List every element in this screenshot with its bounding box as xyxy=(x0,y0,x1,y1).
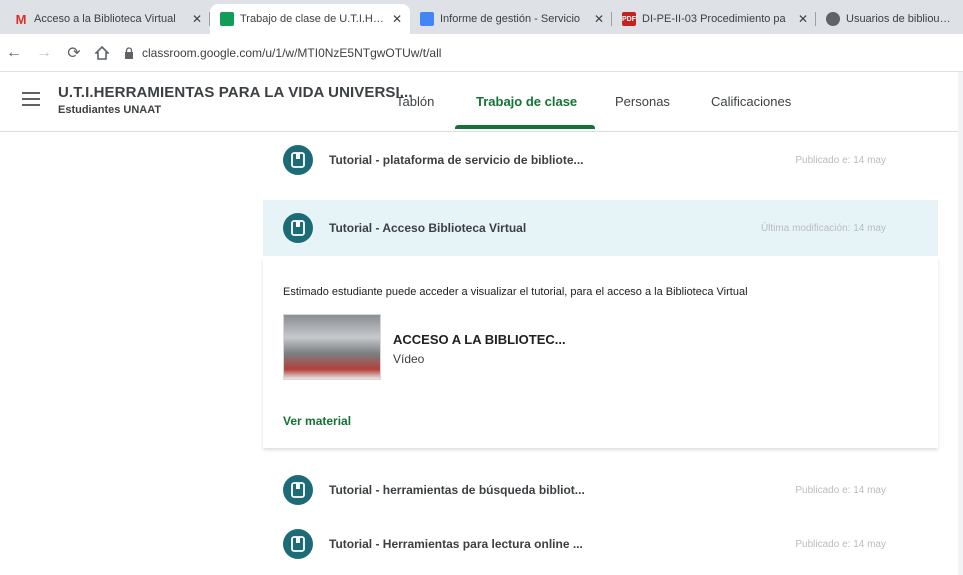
material-item[interactable]: Tutorial - herramientas de búsqueda bibl… xyxy=(263,462,938,518)
close-tab-icon[interactable]: ✕ xyxy=(392,12,402,26)
material-icon xyxy=(283,145,313,175)
tab-title: DI-PE-II-03 Procedimiento pa xyxy=(642,13,786,25)
video-thumbnail xyxy=(283,314,381,380)
url-text: classroom.google.com/u/1/w/MTI0NzE5NTgwO… xyxy=(142,45,442,60)
material-details-card: Estimado estudiante puede acceder a visu… xyxy=(263,258,938,448)
browser-tab-usuarios[interactable]: Usuarios de bibliounaat xyxy=(816,4,963,34)
tab-title: Usuarios de bibliounaat xyxy=(846,13,955,25)
material-item-expanded[interactable]: Tutorial - Acceso Biblioteca Virtual Últ… xyxy=(263,200,938,256)
material-date: Publicado e: 14 may xyxy=(795,154,886,166)
home-button[interactable] xyxy=(90,41,114,65)
tab-grades[interactable]: Calificaciones xyxy=(711,94,791,109)
close-tab-icon[interactable]: ✕ xyxy=(594,12,604,26)
video-attachment[interactable]: ACCESO A LA BIBLIOTEC... Vídeo xyxy=(283,314,583,382)
classroom-header: U.T.I.HERRAMIENTAS PARA LA VIDA UNIVERSI… xyxy=(0,72,963,132)
address-bar[interactable]: classroom.google.com/u/1/w/MTI0NzE5NTgwO… xyxy=(124,46,441,60)
active-tab-indicator xyxy=(455,125,595,129)
material-icon xyxy=(283,213,313,243)
material-date: Publicado e: 14 may xyxy=(795,538,886,550)
tab-people[interactable]: Personas xyxy=(615,94,670,109)
material-icon xyxy=(283,529,313,559)
material-date: Publicado e: 14 may xyxy=(795,484,886,496)
hamburger-menu-icon[interactable] xyxy=(22,92,40,106)
tab-stream[interactable]: Tablón xyxy=(396,94,434,109)
scrollbar-track[interactable] xyxy=(958,72,963,575)
back-button[interactable]: ← xyxy=(2,41,26,65)
material-title: Tutorial - Acceso Biblioteca Virtual xyxy=(329,221,527,235)
tab-title: Informe de gestión - Servicio xyxy=(440,13,581,25)
browser-tab-gmail[interactable]: M Acceso a la Biblioteca Virtual ✕ xyxy=(4,4,210,34)
browser-tab-strip: M Acceso a la Biblioteca Virtual ✕ Traba… xyxy=(0,0,963,34)
lock-icon xyxy=(125,46,133,59)
tab-title: Trabajo de clase de U.T.I.HERR xyxy=(240,13,384,25)
attachment-title: ACCESO A LA BIBLIOTEC... xyxy=(393,332,566,347)
material-item[interactable]: Tutorial - Herramientas para lectura onl… xyxy=(263,516,938,572)
docs-icon xyxy=(420,12,434,26)
classroom-icon xyxy=(220,12,234,26)
browser-tab-classroom[interactable]: Trabajo de clase de U.T.I.HERR ✕ xyxy=(210,4,410,34)
material-title: Tutorial - Herramientas para lectura onl… xyxy=(329,537,583,551)
pdf-icon: PDF xyxy=(622,12,636,26)
material-item[interactable]: Tutorial - plataforma de servicio de bib… xyxy=(263,132,938,188)
close-tab-icon[interactable]: ✕ xyxy=(192,12,202,26)
globe-icon xyxy=(826,12,840,26)
gmail-icon: M xyxy=(15,11,27,27)
course-title[interactable]: U.T.I.HERRAMIENTAS PARA LA VIDA UNIVERSI… xyxy=(58,84,413,101)
material-icon xyxy=(283,475,313,505)
forward-button[interactable]: → xyxy=(32,41,56,65)
material-title: Tutorial - herramientas de búsqueda bibl… xyxy=(329,483,585,497)
tab-title: Acceso a la Biblioteca Virtual xyxy=(34,13,176,25)
browser-toolbar: ← → ⟳ classroom.google.com/u/1/w/MTI0NzE… xyxy=(0,34,963,72)
attachment-type: Vídeo xyxy=(393,352,425,366)
reload-button[interactable]: ⟳ xyxy=(62,41,86,65)
course-subtitle: Estudiantes UNAAT xyxy=(58,104,162,116)
material-description: Estimado estudiante puede acceder a visu… xyxy=(283,286,748,298)
close-tab-icon[interactable]: ✕ xyxy=(798,12,808,26)
home-icon xyxy=(95,45,109,60)
tab-classwork[interactable]: Trabajo de clase xyxy=(476,94,577,109)
browser-tab-docs[interactable]: Informe de gestión - Servicio ✕ xyxy=(410,4,612,34)
view-material-link[interactable]: Ver material xyxy=(283,414,351,428)
material-title: Tutorial - plataforma de servicio de bib… xyxy=(329,153,584,167)
browser-tab-pdf[interactable]: PDF DI-PE-II-03 Procedimiento pa ✕ xyxy=(612,4,816,34)
material-date: Última modificación: 14 may xyxy=(760,222,886,234)
